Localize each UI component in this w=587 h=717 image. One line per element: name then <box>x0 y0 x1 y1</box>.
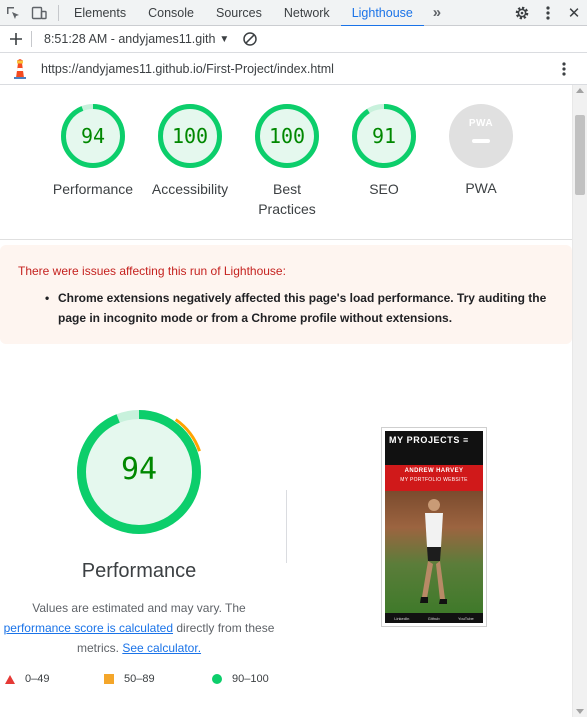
thumb-footer: LinkedIn Github YouTube <box>385 613 483 623</box>
gauge-ring: 94 <box>60 103 126 169</box>
warning-list: Chrome extensions negatively affected th… <box>45 288 558 328</box>
chevron-down-icon: ▼ <box>219 33 230 45</box>
inspect-element-icon[interactable] <box>0 0 26 26</box>
new-report-plus-icon[interactable] <box>3 26 29 52</box>
section-divider <box>286 490 287 563</box>
gauge-label: Performance <box>52 181 134 197</box>
pwa-dash <box>472 139 490 143</box>
warning-item: Chrome extensions negatively affected th… <box>45 288 558 328</box>
score-gauges: 94 Performance 100 Accessibility 100 Bes… <box>0 85 572 240</box>
legend-fail: 0–49 <box>5 673 49 685</box>
performance-description: Values are estimated and may vary. The p… <box>0 598 278 658</box>
orange-square-icon <box>104 674 114 684</box>
gauge-score: 100 <box>171 124 209 148</box>
toolbar-divider <box>31 31 32 47</box>
legend-fail-label: 0–49 <box>25 673 50 685</box>
gauge-pwa[interactable]: PWA PWA <box>436 103 526 198</box>
legend-average: 50–89 <box>104 673 155 685</box>
gauge-ring: 100 <box>157 103 223 169</box>
legend-pass-label: 90–100 <box>232 673 269 685</box>
device-toolbar-icon[interactable] <box>26 0 52 26</box>
thumb-footer-link: Github <box>427 615 440 621</box>
report-select-dropdown[interactable]: 8:51:28 AM - andyjames11.gith ▼ <box>44 32 229 46</box>
red-triangle-icon <box>5 674 15 684</box>
gauge-performance[interactable]: 94 Performance <box>48 103 138 199</box>
performance-score: 94 <box>120 452 158 487</box>
legend-pass: 90–100 <box>212 673 269 685</box>
legend-average-label: 50–89 <box>124 673 155 685</box>
gauge-score: 100 <box>268 124 306 148</box>
performance-large-gauge: 94 <box>73 406 205 538</box>
performance-title: Performance <box>81 560 197 582</box>
run-warning-box: There were issues affecting this run of … <box>0 245 572 344</box>
devtools-tab-bar: Elements Console Sources Network Lightho… <box>0 0 587 27</box>
thumb-subtitle: MY PORTFOLIO WEBSITE <box>400 477 468 483</box>
scroll-down-arrow-icon[interactable] <box>576 709 584 714</box>
lighthouse-logo-icon <box>7 56 33 82</box>
gauge-label: Accessibility <box>151 181 229 197</box>
gauge-best-practices[interactable]: 100 Best Practices <box>242 103 332 219</box>
lighthouse-toolbar: 8:51:28 AM - andyjames11.gith ▼ <box>0 26 587 53</box>
final-screenshot-thumbnail[interactable]: MY PROJECTS ≡ ANDREW HARVEY MY PORTFOLIO… <box>381 427 487 627</box>
thumb-footer-link: YouTube <box>458 615 474 621</box>
thumb-footer-link: LinkedIn <box>394 615 410 621</box>
gauge-score: 91 <box>371 124 397 148</box>
gauge-score: 94 <box>80 124 106 148</box>
gauge-ring: 100 <box>254 103 320 169</box>
clear-reports-icon[interactable] <box>237 26 263 52</box>
tab-lighthouse[interactable]: Lighthouse <box>340 0 425 27</box>
scrollbar-thumb[interactable] <box>575 115 585 195</box>
screenshot-image: MY PROJECTS ≡ ANDREW HARVEY MY PORTFOLIO… <box>385 431 483 623</box>
score-calculated-link[interactable]: performance score is calculated <box>4 621 173 635</box>
desc-text: Values are estimated and may vary. The <box>32 601 246 615</box>
gauge-accessibility[interactable]: 100 Accessibility <box>145 103 235 199</box>
audited-url: https://andyjames11.github.io/First-Proj… <box>41 61 334 76</box>
thumb-banner: ANDREW HARVEY MY PORTFOLIO WEBSITE <box>385 465 483 491</box>
report-menu-kebab-icon[interactable] <box>551 56 577 82</box>
score-legend: 0–49 50–89 90–100 <box>0 673 300 693</box>
scroll-up-arrow-icon[interactable] <box>576 88 584 93</box>
tab-console[interactable]: Console <box>137 0 205 26</box>
gauge-label: Best Practices <box>258 181 316 217</box>
close-devtools-icon[interactable]: ✕ <box>561 0 587 26</box>
thumb-person-figure <box>420 499 447 604</box>
tab-sources[interactable]: Sources <box>205 0 273 26</box>
gauge-seo[interactable]: 91 SEO <box>339 103 429 199</box>
toolbar-divider <box>58 4 59 21</box>
see-calculator-link[interactable]: See calculator. <box>122 641 201 655</box>
gauge-ring: 91 <box>351 103 417 169</box>
tab-network[interactable]: Network <box>273 0 341 26</box>
report-url-bar: https://andyjames11.github.io/First-Proj… <box>0 53 587 85</box>
green-circle-icon <box>212 674 222 684</box>
thumb-heading: MY PROJECTS ≡ <box>389 435 469 445</box>
warning-title: There were issues affecting this run of … <box>18 264 286 278</box>
gauge-label: SEO <box>369 181 399 197</box>
settings-gear-icon[interactable] <box>509 0 535 26</box>
lighthouse-report: 94 Performance 100 Accessibility 100 Bes… <box>0 85 572 717</box>
gauge-label: PWA <box>465 180 497 196</box>
pwa-badge-icon: PWA <box>449 104 513 168</box>
report-select-label: 8:51:28 AM - andyjames11.gith <box>44 32 216 46</box>
kebab-menu-icon[interactable] <box>535 0 561 26</box>
vertical-scrollbar[interactable] <box>572 85 587 717</box>
tab-elements[interactable]: Elements <box>63 0 137 26</box>
pwa-badge-text: PWA <box>468 118 494 129</box>
thumb-name: ANDREW HARVEY <box>404 468 464 474</box>
more-tabs-icon[interactable]: » <box>424 0 450 26</box>
